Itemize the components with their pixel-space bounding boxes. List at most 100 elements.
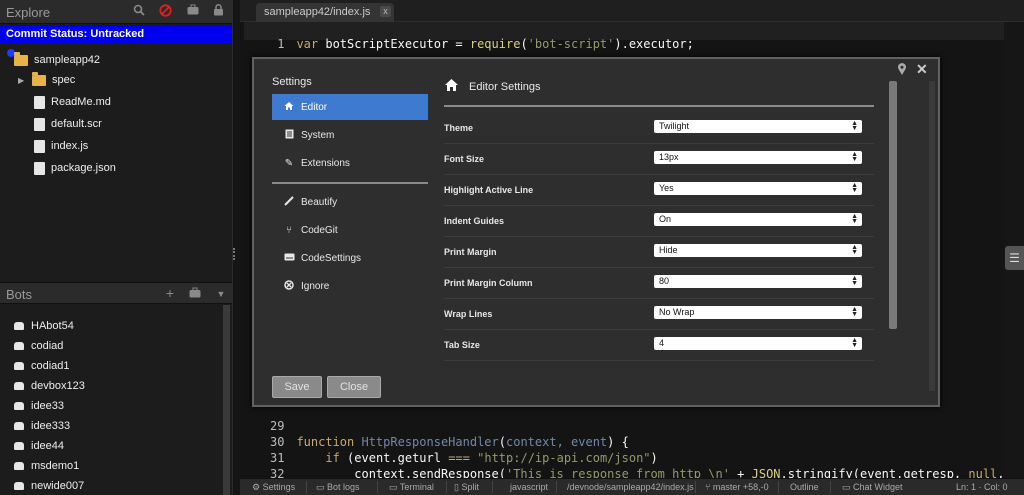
dialog-scroll-track[interactable] — [929, 81, 935, 391]
tab-index-js[interactable]: sampleapp42/index.js — [256, 3, 394, 22]
file-icon — [34, 139, 45, 153]
settings-scrollbar[interactable] — [889, 81, 897, 329]
file-icon — [34, 117, 45, 131]
bot-item[interactable]: idee33 — [14, 398, 64, 414]
search-icon[interactable] — [132, 4, 146, 18]
tree-item-default-scr[interactable]: default.scr — [34, 115, 102, 133]
chevron-down-icon[interactable]: ▼ — [214, 287, 228, 301]
code-token: 'bot-script' — [527, 37, 615, 51]
setting-label: Highlight Active Line — [444, 185, 534, 195]
bot-icon — [14, 382, 24, 390]
menu-handle-icon[interactable]: ☰ — [1005, 246, 1024, 270]
settings-nav-title: Settings — [272, 76, 312, 88]
project-root[interactable]: sampleapp42 — [14, 51, 100, 69]
file-icon — [34, 161, 45, 175]
tree-item-package-json[interactable]: package.json — [34, 159, 116, 177]
status-outline-button[interactable]: Outline — [790, 482, 819, 492]
select-arrow-icon: ▲ ▼ — [851, 213, 858, 225]
status-chat-widget-button[interactable]: ▭ Chat Widget — [842, 482, 903, 493]
bot-label: idee33 — [31, 400, 65, 412]
bot-icon — [14, 362, 24, 370]
status-bot-logs-button[interactable]: ▭ Bot logs — [316, 482, 360, 493]
select-arrow-icon: ▲ ▼ — [851, 337, 858, 349]
bot-item[interactable]: idee333 — [14, 418, 70, 434]
bot-icon — [14, 442, 24, 450]
nav-item-beautify[interactable]: Beautify — [272, 189, 428, 215]
setting-label: Indent Guides — [444, 216, 505, 226]
tree-item-readme[interactable]: ReadMe.md — [34, 93, 111, 111]
bot-item[interactable]: codiad — [14, 338, 63, 354]
pin-icon[interactable] — [897, 63, 907, 79]
status-split-button[interactable]: ▯ Split — [454, 482, 479, 493]
tab-size-select[interactable]: 4 ▲ ▼ — [654, 337, 862, 350]
status-settings-button[interactable]: ⚙ Settings — [252, 482, 295, 493]
explore-title: Explore — [6, 5, 51, 20]
briefcase-icon[interactable] — [188, 287, 202, 301]
bot-item[interactable]: devbox123 — [14, 378, 85, 394]
close-button[interactable]: Close — [327, 376, 381, 398]
highlight-active-line-select[interactable]: Yes ▲ ▼ — [654, 182, 862, 195]
untracked-icon[interactable] — [158, 4, 172, 18]
bot-item[interactable]: msdemo1 — [14, 458, 79, 474]
print-margin-column-select[interactable]: 80 ▲ ▼ — [654, 275, 862, 288]
tree-item-label: ReadMe.md — [51, 96, 111, 108]
home-icon — [284, 101, 294, 114]
nav-label: CodeGit — [301, 224, 338, 236]
explore-header: Explore — [0, 0, 232, 24]
code-token: ( — [520, 37, 528, 51]
bot-label: codiad1 — [31, 360, 70, 372]
status-terminal-button[interactable]: ▭ Terminal — [389, 482, 434, 493]
tab-close-button[interactable]: x — [380, 6, 391, 17]
nav-label: Ignore — [301, 280, 330, 292]
bot-item[interactable]: newide007 — [14, 478, 84, 494]
nav-item-extensions[interactable]: ✎ Extensions — [272, 150, 428, 176]
nav-item-codesettings[interactable]: CodeSettings — [272, 245, 428, 271]
left-sidebar: Explore Commit Status: Untracked samplea… — [0, 0, 232, 495]
brush-icon — [284, 195, 294, 209]
close-icon[interactable]: ✕ — [916, 61, 928, 78]
select-arrow-icon: ▲ ▼ — [851, 120, 858, 132]
tree-item-index-js[interactable]: index.js — [34, 137, 88, 155]
bots-scrollbar[interactable] — [223, 305, 230, 495]
expand-arrow-icon[interactable]: ▶ — [18, 76, 26, 85]
panel-title: Editor Settings — [469, 81, 541, 93]
theme-select[interactable]: Twilight ▲ ▼ — [654, 120, 862, 133]
setting-row-highlight-active-line: Highlight Active Line Yes ▲ ▼ — [444, 175, 874, 206]
code-token: require — [469, 37, 521, 51]
nav-item-ignore[interactable]: Ignore — [272, 273, 428, 299]
code-line[interactable]: 2 — [244, 41, 296, 53]
code-line[interactable]: 1 var botScriptExecutor = require('bot-sc… — [244, 23, 694, 51]
font-size-select[interactable]: 13px ▲ ▼ — [654, 151, 862, 164]
indent-guides-select[interactable]: On ▲ ▼ — [654, 213, 862, 226]
bot-item[interactable]: idee44 — [14, 438, 64, 454]
status-branch[interactable]: ⑂ master +58,-0 — [705, 482, 769, 492]
file-icon — [34, 95, 45, 109]
status-path: /devnode/sampleapp42/index.js — [567, 482, 694, 492]
bot-item[interactable]: codiad1 — [14, 358, 70, 374]
nav-label: Editor — [301, 101, 328, 113]
nav-item-system[interactable]: System — [272, 122, 428, 148]
tree-item-label: index.js — [51, 140, 89, 152]
wrap-lines-select[interactable]: No Wrap ▲ ▼ — [654, 306, 862, 319]
save-button[interactable]: Save — [272, 376, 322, 398]
print-margin-select[interactable]: Hide ▲ ▼ — [654, 244, 862, 257]
folder-icon — [14, 51, 28, 66]
splitter-grip-icon[interactable] — [233, 248, 237, 260]
setting-row-tab-size: Tab Size 4 ▲ ▼ — [444, 330, 874, 361]
nav-divider — [272, 182, 428, 184]
nav-item-editor[interactable]: Editor — [272, 94, 428, 120]
tree-item-spec[interactable]: ▶ spec — [18, 71, 75, 89]
status-language[interactable]: javascript — [510, 482, 548, 492]
bot-item[interactable]: HAbot54 — [14, 318, 74, 334]
add-bot-icon[interactable]: + — [163, 286, 177, 300]
nav-item-codegit[interactable]: ⑂ CodeGit — [272, 217, 428, 243]
setting-label: Tab Size — [444, 340, 480, 350]
bot-label: devbox123 — [31, 380, 85, 392]
lock-icon[interactable] — [211, 4, 225, 18]
code-line[interactable]: 32 context.sendResponse('This is respons… — [244, 453, 1024, 481]
select-arrow-icon: ▲ ▼ — [851, 306, 858, 318]
tree-item-label: package.json — [51, 162, 116, 174]
briefcase-icon[interactable] — [186, 4, 200, 18]
setting-label: Print Margin Column — [444, 278, 533, 288]
pencil-icon: ✎ — [284, 157, 294, 169]
